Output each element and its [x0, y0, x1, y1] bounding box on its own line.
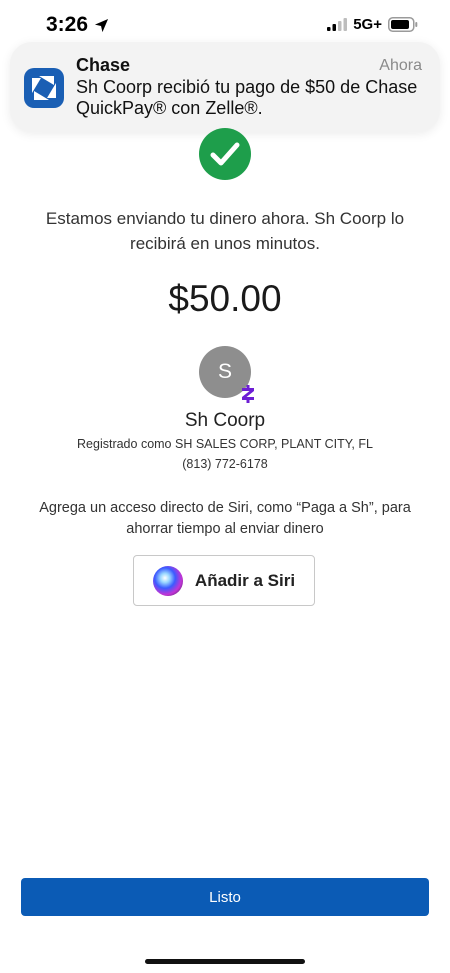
- status-time-group: 3:26: [46, 13, 109, 37]
- notification-time: Ahora: [379, 57, 422, 74]
- status-time: 3:26: [46, 13, 89, 36]
- siri-orb-icon: [152, 565, 183, 596]
- done-button[interactable]: Listo: [21, 878, 429, 916]
- recipient-name: Sh Coorp: [184, 410, 266, 431]
- siri-shortcut-prompt: Agrega un acceso directo de Siri, como “…: [39, 500, 411, 537]
- home-indicator[interactable]: [145, 959, 305, 964]
- cellular-signal-icon: [327, 18, 348, 31]
- recipient-registration: Registrado como SH SALES CORP, PLANT CIT…: [77, 437, 373, 451]
- push-notification[interactable]: Chase Ahora Sh Coorp recibió tu pago de …: [10, 42, 440, 132]
- network-label: 5G+: [353, 16, 382, 33]
- notification-app-name: Chase: [76, 55, 131, 75]
- payment-confirmation-screen: 3:26 5G+ Chase Ahora Sh Coorp recibió tu…: [0, 0, 450, 973]
- payment-amount: $50.00: [168, 278, 282, 319]
- checkmark-icon: [199, 128, 251, 180]
- status-indicators: 5G+: [327, 16, 418, 33]
- recipient-phone: (813) 772-6178: [182, 457, 268, 471]
- avatar-initial: S: [217, 360, 232, 383]
- notification-body: Sh Coorp recibió tu pago de $50 de Chase…: [76, 77, 418, 118]
- add-to-siri-button[interactable]: Añadir a Siri: [133, 555, 315, 606]
- confirmation-message: Estamos enviando tu dinero ahora. Sh Coo…: [45, 209, 405, 253]
- chase-logo-icon: [24, 68, 64, 108]
- location-arrow-icon: [94, 18, 109, 32]
- battery-icon: [388, 17, 418, 32]
- add-to-siri-label: Añadir a Siri: [194, 570, 296, 590]
- zelle-icon: [239, 385, 257, 403]
